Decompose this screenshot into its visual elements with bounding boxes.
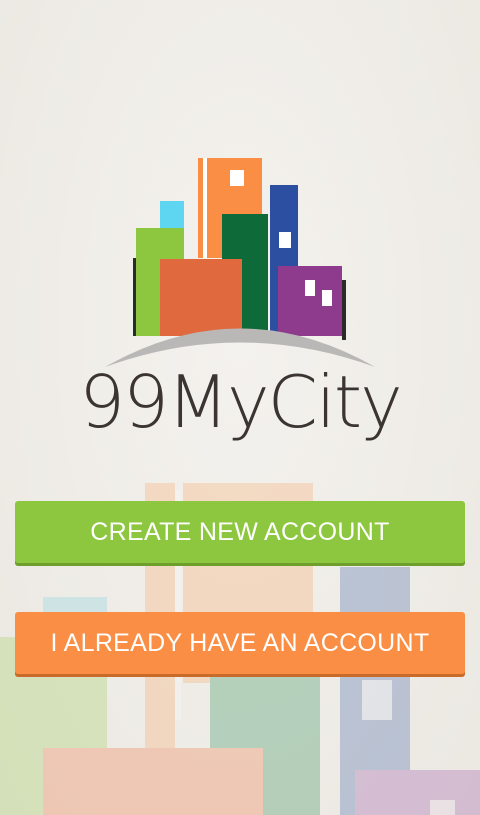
existing-account-button[interactable]: I ALREADY HAVE AN ACCOUNT: [15, 612, 465, 674]
app-name-logo-text: 99MyCity: [79, 360, 402, 444]
create-new-account-button[interactable]: CREATE NEW ACCOUNT: [15, 501, 465, 563]
